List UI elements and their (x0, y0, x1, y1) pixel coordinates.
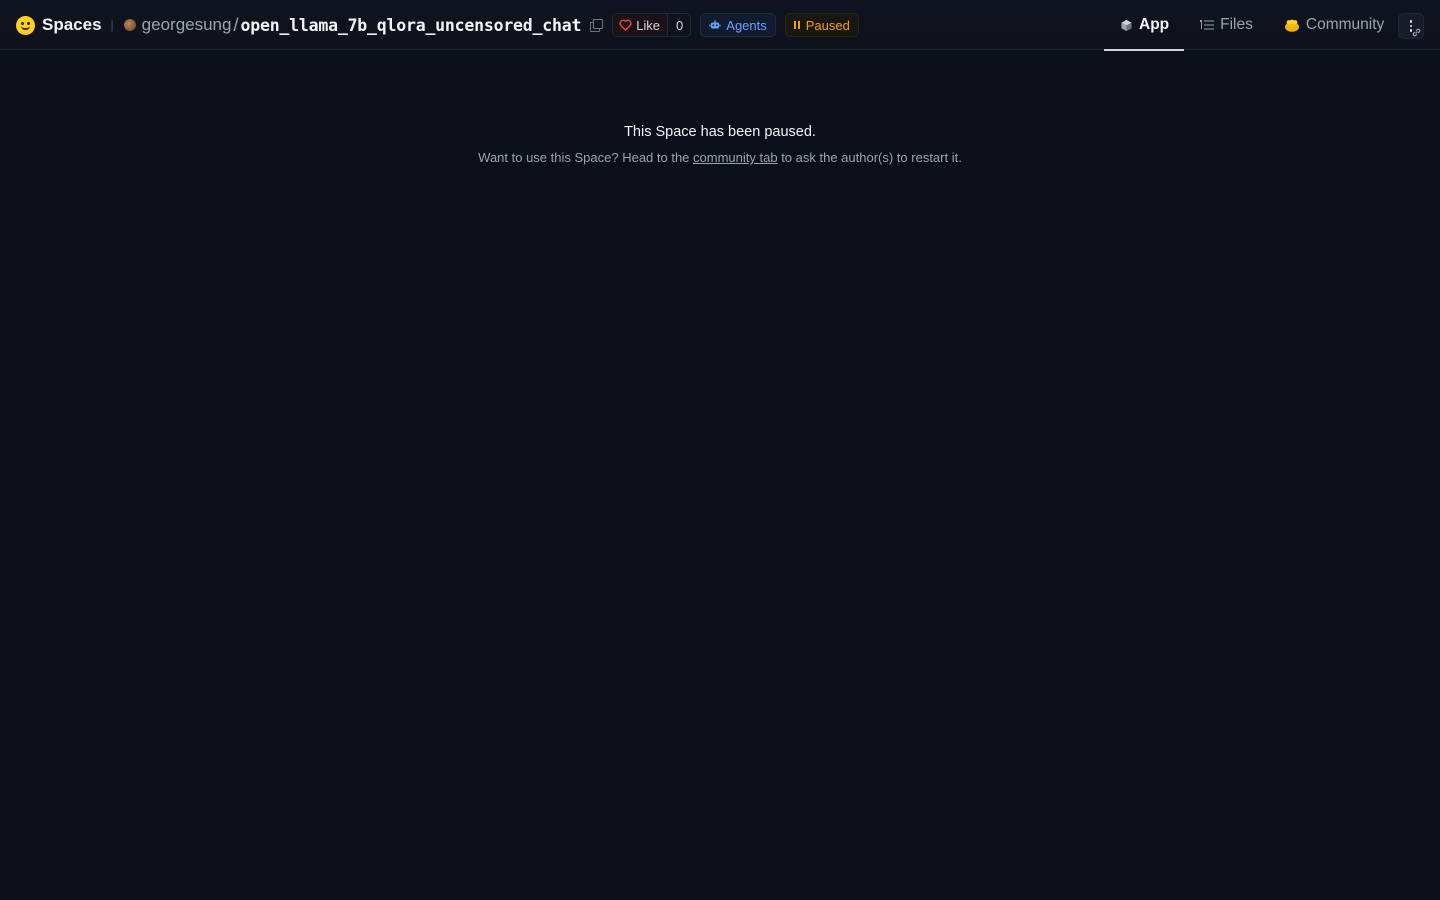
status-badge: Paused (784, 13, 859, 37)
pause-icon (793, 21, 800, 29)
heart-icon (619, 19, 632, 31)
files-icon (1200, 19, 1215, 31)
spaces-link[interactable]: Spaces (42, 15, 102, 35)
community-tab-link[interactable]: community tab (693, 150, 778, 165)
main-content: This Space has been paused. Want to use … (0, 51, 1440, 165)
path-separator: / (233, 14, 239, 35)
hugging-face-logo-icon[interactable] (16, 15, 35, 35)
like-label: Like (636, 17, 661, 33)
desc-text-after: to ask the author(s) to restart it. (777, 150, 962, 165)
like-button[interactable]: Like (613, 14, 669, 36)
tab-community[interactable]: Community (1268, 0, 1399, 50)
agents-badge[interactable]: Agents (700, 13, 776, 37)
copy-icon[interactable] (590, 19, 604, 32)
desc-text-before: Want to use this Space? Head to the (478, 150, 694, 165)
like-count[interactable]: 0 (668, 18, 690, 33)
owner-link[interactable]: georgesung (142, 15, 232, 35)
tab-app[interactable]: App (1104, 0, 1185, 51)
tab-community-label: Community (1305, 16, 1385, 33)
status-label: Paused (805, 17, 850, 33)
tab-app-label: App (1139, 16, 1170, 33)
owner-avatar[interactable] (123, 19, 136, 31)
divider: | (110, 18, 114, 32)
cube-icon (1120, 19, 1133, 32)
space-tabs: App Files Community (1104, 0, 1399, 51)
repo-name-link[interactable]: open_llama_7b_qlora_uncensored_chat (241, 16, 582, 35)
tab-files[interactable]: Files (1184, 0, 1268, 50)
community-icon (1284, 19, 1300, 32)
paused-message-title: This Space has been paused. (624, 124, 816, 140)
agents-label: Agents (726, 17, 767, 33)
link-icon (1412, 28, 1421, 37)
top-navigation-bar: Spaces | georgesung / open_llama_7b_qlor… (0, 0, 1440, 51)
space-header: Spaces | georgesung / open_llama_7b_qlor… (16, 0, 859, 50)
robot-icon (709, 20, 721, 29)
like-group: Like 0 (612, 13, 692, 37)
paused-message-description: Want to use this Space? Head to the comm… (0, 150, 1440, 165)
tab-files-label: Files (1220, 16, 1253, 33)
